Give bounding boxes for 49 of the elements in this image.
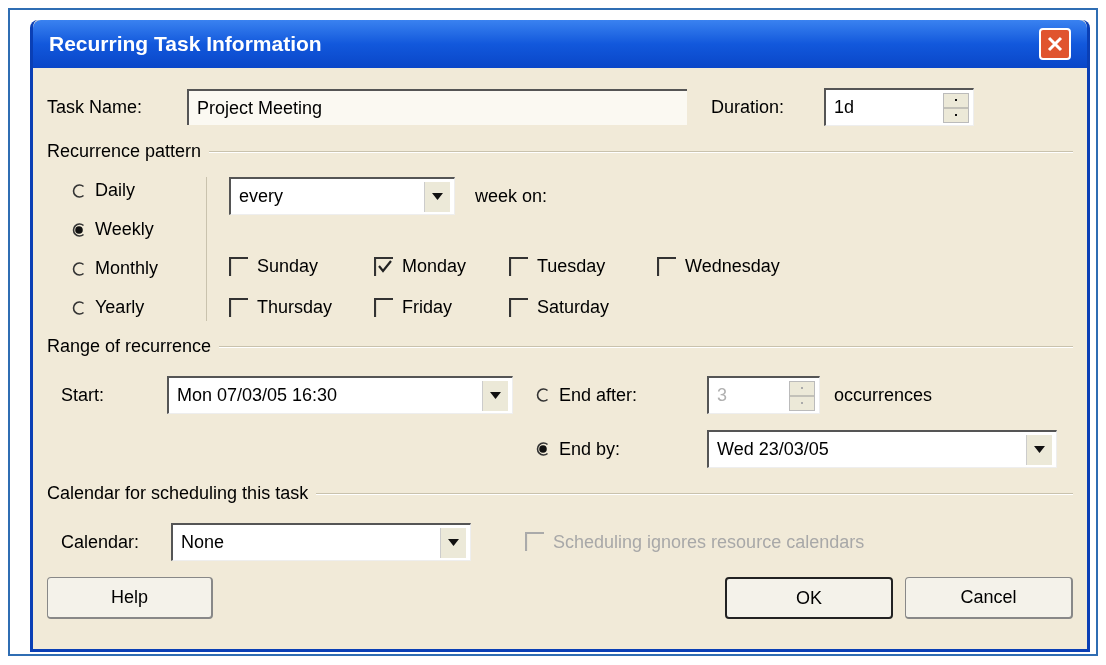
radio-button[interactable]: End by: — [535, 435, 707, 463]
section-title: Recurrence pattern — [47, 140, 202, 163]
checkbox-icon — [509, 297, 529, 318]
field-label: week on: — [475, 184, 548, 208]
close-icon — [1047, 36, 1063, 52]
radio-button[interactable]: Monthly — [71, 255, 206, 282]
checkbox-icon — [229, 256, 249, 277]
dialog-button[interactable]: OK — [725, 577, 893, 619]
dropdown-button[interactable] — [1026, 434, 1052, 465]
checkbox-icon — [229, 297, 249, 318]
dropdown-button[interactable] — [482, 380, 508, 411]
caret-icon — [448, 539, 459, 546]
radio-button[interactable]: Weekly — [71, 216, 206, 243]
checkbox[interactable]: Wednesday — [657, 253, 827, 280]
radio-button[interactable]: Yearly — [71, 294, 206, 321]
dropdown-button[interactable] — [424, 181, 450, 212]
checkbox-icon — [374, 297, 394, 318]
checkbox[interactable]: Saturday — [509, 294, 657, 321]
section-title: Calendar for scheduling this task — [47, 482, 309, 505]
checkbox-icon — [509, 256, 529, 277]
dropdown-field[interactable]: Wed 23/03/05 — [707, 430, 1057, 468]
spin-field[interactable]: 1d — [824, 88, 974, 126]
checkbox[interactable]: Tuesday — [509, 253, 657, 280]
caret-icon — [432, 193, 443, 200]
dropdown-field[interactable]: Mon 07/03/05 16:30 — [167, 376, 513, 414]
window-title: Recurring Task Information — [49, 31, 322, 58]
checkbox-icon — [525, 532, 545, 552]
field-label: occurrences — [834, 383, 933, 407]
dropdown-button[interactable] — [440, 527, 466, 558]
checkmark-icon — [374, 256, 394, 277]
caret-icon — [490, 392, 501, 399]
radio-button[interactable]: Daily — [71, 177, 206, 204]
checkbox[interactable]: Thursday — [229, 294, 374, 321]
field-label: Duration: — [711, 95, 786, 119]
field-label: Start: — [60, 383, 105, 407]
field-label: Task Name: — [47, 95, 144, 119]
task-name-field[interactable]: Project Meeting — [187, 89, 687, 125]
close-button[interactable] — [1039, 28, 1071, 60]
field-label: Calendar: — [60, 530, 141, 554]
dialog-button[interactable]: Help — [47, 577, 213, 619]
section-title: Range of recurrence — [47, 335, 212, 358]
caret-icon — [1034, 446, 1045, 453]
dropdown-field[interactable]: None — [171, 523, 471, 561]
dialog-button[interactable]: Cancel — [905, 577, 1073, 619]
dropdown-field[interactable]: every — [229, 177, 455, 215]
checkbox[interactable]: Monday — [374, 253, 509, 280]
checkbox[interactable]: Friday — [374, 294, 509, 321]
checkbox[interactable]: Sunday — [229, 253, 374, 280]
checkbox-icon — [657, 256, 677, 277]
